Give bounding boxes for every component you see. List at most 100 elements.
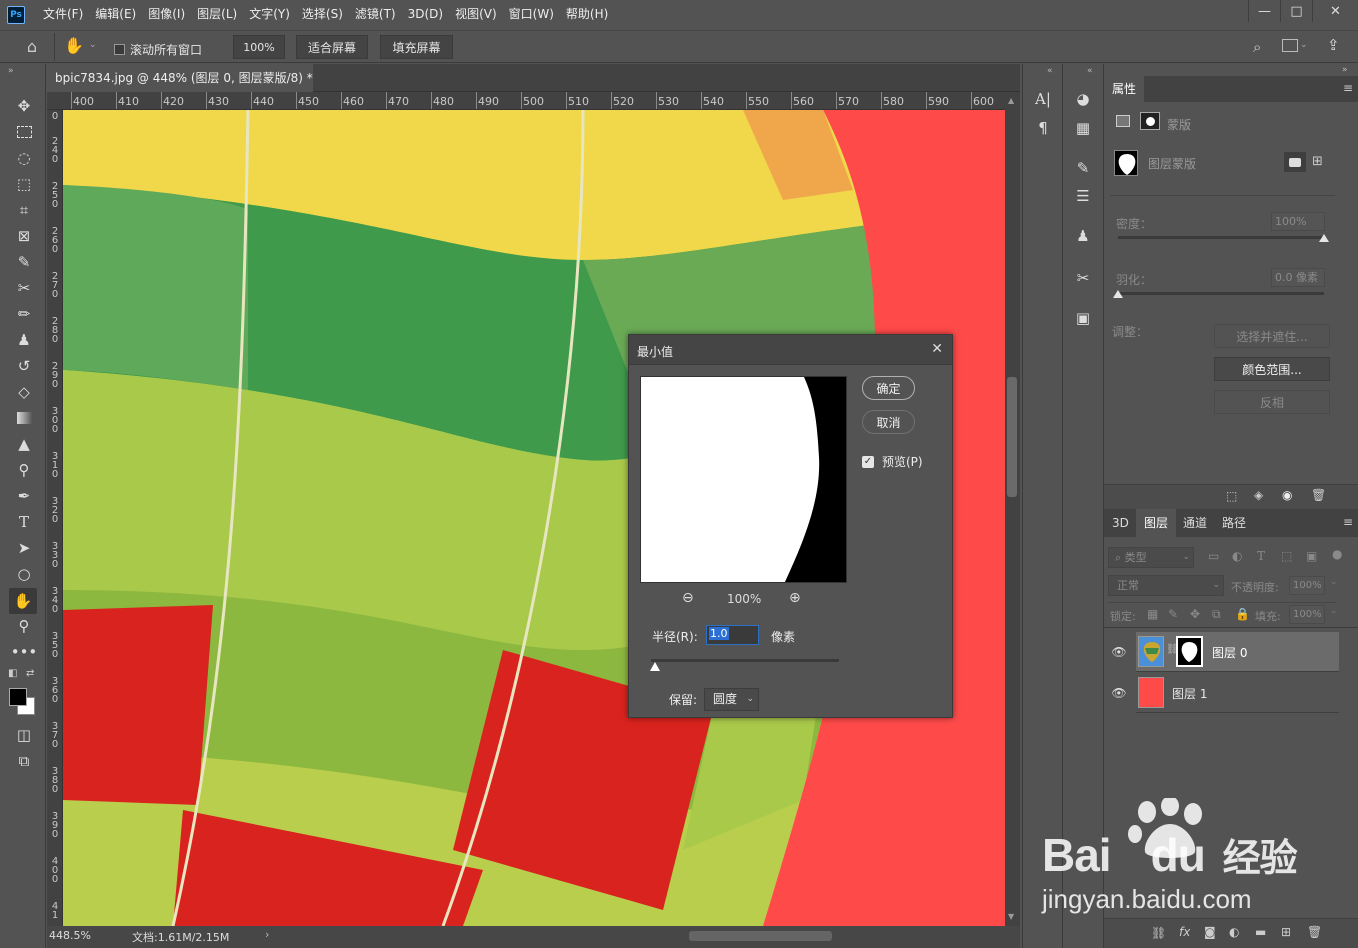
brush-tool-icon[interactable]: ✏ (13, 303, 35, 325)
hand-tool-icon[interactable]: ✋ (64, 36, 86, 58)
layer-visibility-toggle[interactable]: 👁 (1104, 632, 1134, 672)
load-selection-icon[interactable]: ⬚ (1226, 489, 1237, 503)
panel-menu-icon[interactable]: ≡ (1343, 515, 1353, 529)
filter-type-icon[interactable]: T (1257, 549, 1265, 563)
menu-item[interactable]: 滤镜(T) (349, 0, 402, 29)
layer-row-selected[interactable]: ⛓ 图层 0 (1136, 632, 1339, 672)
tab-layers-2[interactable]: 通道 (1175, 509, 1215, 537)
filter-smart-icon[interactable]: ▣ (1306, 549, 1317, 563)
lock-transparent-icon[interactable]: ▦ (1147, 607, 1158, 621)
layer-row[interactable]: 图层 1 (1136, 673, 1339, 713)
stamp-tool-icon[interactable]: ♟ (13, 329, 35, 351)
lock-position-icon[interactable]: ✥ (1190, 607, 1200, 621)
menu-item[interactable]: 编辑(E) (89, 0, 142, 29)
apply-mask-icon[interactable]: ◈ (1254, 488, 1263, 502)
filter-shape-icon[interactable]: ⬚ (1281, 549, 1292, 563)
brush-panel-icon[interactable]: ✎ (1071, 157, 1095, 179)
tab-layers-3[interactable]: 路径 (1214, 509, 1254, 537)
menu-item[interactable]: 帮助(H) (560, 0, 614, 29)
horizontal-scrollbar-thumb[interactable] (689, 931, 832, 941)
default-colors-icon[interactable]: ◧ (8, 668, 17, 679)
apply-mask-icon[interactable]: ⊞ (1312, 154, 1323, 169)
collapse-icon[interactable]: » (8, 66, 14, 76)
search-icon[interactable]: ⌕ (1253, 38, 1261, 56)
invert-button[interactable]: 反相 (1214, 390, 1330, 414)
marquee-tool-icon[interactable] (13, 121, 35, 143)
checkbox-checked-icon[interactable]: ✓ (862, 455, 874, 468)
preserve-select[interactable]: 圆度 ⌄ (704, 688, 759, 711)
eye-icon[interactable]: 👁 (1110, 686, 1128, 700)
menu-item[interactable]: 文字(Y) (243, 0, 296, 29)
menu-item[interactable]: 图像(I) (142, 0, 191, 29)
object-select-tool-icon[interactable]: ⬚ (13, 173, 35, 195)
fit-screen-button[interactable]: 适合屏幕 (296, 35, 368, 59)
type-tool-icon[interactable]: T (13, 511, 35, 533)
status-menu-arrow[interactable]: › (265, 928, 269, 941)
density-field[interactable]: 100% (1271, 212, 1325, 231)
clone-source-panel-icon[interactable]: ♟ (1071, 225, 1095, 247)
gradient-tool-icon[interactable] (13, 407, 35, 429)
chevron-down-icon[interactable]: ⌄ (1330, 577, 1338, 587)
scroll-up-icon[interactable]: ▲ (1008, 96, 1014, 105)
menu-item[interactable]: 选择(S) (296, 0, 349, 29)
menu-item[interactable]: 3D(D) (402, 0, 449, 29)
scroll-down-icon[interactable]: ▼ (1008, 912, 1014, 921)
hand-tool-icon[interactable]: ✋ (9, 588, 37, 614)
feather-slider[interactable] (1118, 292, 1324, 295)
new-layer-icon[interactable]: ⊞ (1281, 925, 1291, 939)
close-icon[interactable]: ✕ (931, 341, 943, 357)
feather-field[interactable]: 0.0 像素 (1271, 268, 1325, 287)
preview-checkbox[interactable]: ✓ 预览(P) (862, 453, 923, 470)
layer-mask-thumbnail[interactable] (1176, 636, 1203, 667)
lock-artboard-icon[interactable]: ⧉ (1212, 607, 1221, 622)
color-panel-icon[interactable]: ◕ (1071, 88, 1095, 110)
menu-item[interactable]: 文件(F) (37, 0, 89, 29)
menu-item[interactable]: 窗口(W) (503, 0, 560, 29)
paragraph-panel-icon[interactable]: ¶ (1031, 117, 1055, 139)
lock-pixels-icon[interactable]: ✎ (1168, 607, 1178, 621)
layer-mask-icon[interactable] (1140, 112, 1160, 130)
close-button[interactable]: ✕ (1312, 0, 1358, 22)
fill-screen-button[interactable]: 填充屏幕 (380, 35, 453, 59)
layer-name[interactable]: 图层 1 (1172, 685, 1207, 702)
frame-tool-icon[interactable]: ⊠ (13, 225, 35, 247)
path-select-tool-icon[interactable]: ➤ (13, 537, 35, 559)
dodge-tool-icon[interactable]: ⚲ (13, 459, 35, 481)
filter-toggle-icon[interactable]: ● (1332, 547, 1342, 561)
workspace-icon[interactable] (1282, 39, 1298, 52)
blend-mode-select[interactable]: 正常 ⌄ (1108, 575, 1224, 596)
delete-icon[interactable]: 🗑 (1311, 488, 1326, 502)
history-panel-icon[interactable]: ▣ (1071, 307, 1095, 329)
pen-tool-icon[interactable]: ✒ (13, 485, 35, 507)
swatches-panel-icon[interactable]: ▦ (1071, 117, 1095, 139)
select-and-mask-button[interactable]: 选择并遮住... (1214, 324, 1330, 348)
color-range-button[interactable]: 颜色范围... (1214, 357, 1330, 381)
select-mask-icon[interactable] (1284, 152, 1306, 172)
tool-presets-panel-icon[interactable]: ✂ (1071, 267, 1095, 289)
cancel-button[interactable]: 取消 (862, 410, 915, 434)
tab-layers-0[interactable]: 3D (1104, 509, 1137, 537)
quick-mask-icon[interactable]: ◫ (13, 724, 35, 746)
tab-properties[interactable]: 属性 (1104, 76, 1145, 102)
screen-mode-icon[interactable]: ⧉ (13, 750, 35, 772)
filter-adjustment-icon[interactable]: ◐ (1232, 549, 1242, 563)
vertical-scrollbar[interactable]: ▲ ▼ (1005, 92, 1020, 926)
photoshop-logo[interactable]: Ps (7, 5, 25, 24)
foreground-color-swatch[interactable] (9, 688, 27, 706)
ellipse-tool-icon[interactable]: ○ (13, 563, 35, 585)
collapse-icon[interactable]: » (1342, 65, 1348, 75)
collapse-icon[interactable]: « (1047, 66, 1053, 76)
eraser-tool-icon[interactable]: ◇ (13, 381, 35, 403)
zoom-out-icon[interactable]: ⊖ (682, 590, 694, 606)
checkbox-icon[interactable] (114, 44, 125, 55)
zoom-level[interactable]: 448.5% (49, 929, 91, 942)
minimize-button[interactable]: — (1248, 0, 1280, 22)
layer-filter-select[interactable]: ⌕ 类型 ⌄ (1108, 547, 1194, 568)
density-slider[interactable] (1118, 236, 1324, 239)
healing-tool-icon[interactable]: ✂ (13, 277, 35, 299)
swap-colors-icon[interactable]: ⇄ (26, 668, 34, 679)
density-slider-knob[interactable] (1319, 234, 1329, 242)
feather-slider-knob[interactable] (1113, 290, 1123, 298)
fx-icon[interactable]: fx (1179, 925, 1190, 939)
lock-all-icon[interactable]: 🔒 (1235, 607, 1250, 621)
